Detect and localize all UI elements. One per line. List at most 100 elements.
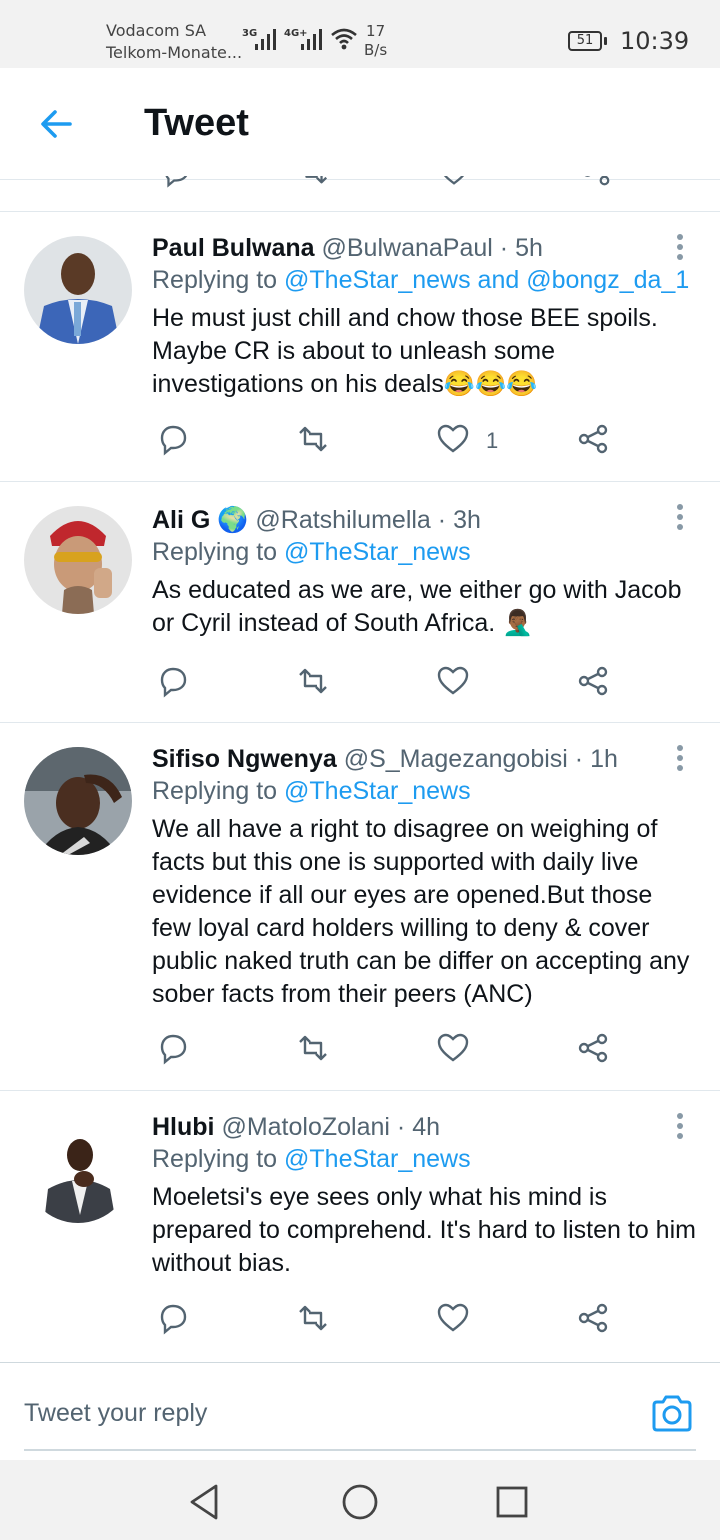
replying-to: Replying to @TheStar_news <box>152 775 698 807</box>
tweet-actions <box>152 664 632 704</box>
replying-prefix: Replying to <box>152 538 285 566</box>
avatar[interactable] <box>24 236 132 344</box>
share-button[interactable] <box>576 422 616 462</box>
share-icon <box>578 666 608 696</box>
replying-to-link[interactable]: @TheStar_news <box>284 777 471 805</box>
share-button[interactable] <box>576 1031 616 1071</box>
replying-to-link[interactable]: @TheStar_news <box>284 1145 471 1173</box>
replying-to-link[interactable]: @TheStar_news and @bongz_da_1 <box>284 266 689 294</box>
network-speed: 17 B/s <box>364 22 387 60</box>
tweet[interactable]: Hlubi @MatoloZolani · 4h Replying to @Th… <box>0 1091 720 1361</box>
retweet-icon <box>299 1035 327 1061</box>
like-icon <box>437 666 469 695</box>
replying-prefix: Replying to <box>152 777 285 805</box>
replying-to: Replying to @TheStar_news <box>152 536 698 568</box>
reply-button[interactable] <box>156 664 196 704</box>
retweet-button[interactable] <box>296 1301 336 1341</box>
separator-dot: · <box>437 506 447 534</box>
display-name[interactable]: Hlubi <box>152 1113 215 1141</box>
wifi-icon <box>331 28 357 50</box>
nav-home-icon[interactable] <box>340 1482 380 1522</box>
like-button[interactable] <box>436 1031 476 1071</box>
share-icon[interactable] <box>580 176 612 188</box>
avatar[interactable] <box>24 506 132 614</box>
retweet-icon[interactable] <box>298 176 330 188</box>
speed-value: 17 <box>366 22 386 40</box>
replying-prefix: Replying to <box>152 1145 285 1173</box>
retweet-button[interactable] <box>296 664 336 704</box>
reply-input-underline <box>24 1449 696 1451</box>
retweet-button[interactable] <box>296 1031 336 1071</box>
reply-composer <box>0 1362 720 1460</box>
user-handle[interactable]: @S_Magezangobisi <box>344 745 568 773</box>
camera-icon[interactable] <box>650 1391 694 1435</box>
tweet-time: 1h <box>590 745 618 773</box>
tweet-header: Sifiso Ngwenya @S_Magezangobisi · 1h <box>152 743 698 775</box>
tweet-header: Ali G 🌍 @Ratshilumella · 3h <box>152 504 698 536</box>
system-nav-bar <box>0 1460 720 1540</box>
tweet-time: 3h <box>453 506 481 534</box>
separator-dot: · <box>574 745 584 773</box>
clock: 10:39 <box>620 27 690 55</box>
replying-to: Replying to @TheStar_news <box>152 1143 698 1175</box>
back-arrow-icon[interactable] <box>36 104 76 144</box>
share-icon <box>578 424 608 454</box>
previous-tweet-actions <box>0 176 720 190</box>
like-button[interactable] <box>436 664 476 704</box>
replying-to-link[interactable]: @TheStar_news <box>284 538 471 566</box>
share-button[interactable] <box>576 664 616 704</box>
nav-recents-icon[interactable] <box>492 1482 532 1522</box>
display-name[interactable]: Ali G <box>152 506 210 534</box>
page-title: Tweet <box>144 102 249 144</box>
share-icon <box>578 1033 608 1063</box>
share-button[interactable] <box>576 1301 616 1341</box>
retweet-icon <box>299 426 327 452</box>
share-icon <box>578 1303 608 1333</box>
signal-icon <box>255 29 276 50</box>
reply-icon <box>160 667 187 698</box>
tweet[interactable]: Paul Bulwana @BulwanaPaul · 5h Replying … <box>0 212 720 480</box>
display-name[interactable]: Sifiso Ngwenya <box>152 745 337 773</box>
tweet-text: We all have a right to disagree on weigh… <box>152 815 690 1008</box>
speed-unit: B/s <box>364 41 388 59</box>
tweet-text: As educated as we are, we either go with… <box>152 576 682 637</box>
display-name[interactable]: Paul Bulwana <box>152 234 315 262</box>
reply-icon <box>160 1034 187 1065</box>
reply-icon <box>160 425 187 456</box>
avatar[interactable] <box>24 1115 132 1223</box>
nav-back-icon[interactable] <box>186 1482 226 1522</box>
tweet-time: 4h <box>412 1113 441 1141</box>
reply-button[interactable] <box>156 1031 196 1071</box>
tweet-actions <box>152 1031 632 1071</box>
tweet-text: He must just chill and chow those BEE sp… <box>152 304 658 398</box>
avatar[interactable] <box>24 747 132 855</box>
signal-icon <box>301 29 322 50</box>
like-icon <box>437 424 469 453</box>
tweet[interactable]: Ali G 🌍 @Ratshilumella · 3h Replying to … <box>0 482 720 722</box>
tweet[interactable]: Sifiso Ngwenya @S_Magezangobisi · 1h Rep… <box>0 723 720 1089</box>
replying-to: Replying to @TheStar_news and @bongz_da_… <box>152 264 698 296</box>
tweet-header: Hlubi @MatoloZolani · 4h <box>152 1111 698 1143</box>
reply-button[interactable] <box>156 422 196 462</box>
tweet-actions <box>152 1301 632 1341</box>
tweet-actions: 1 <box>152 422 632 462</box>
retweet-button[interactable] <box>296 422 336 462</box>
like-icon[interactable] <box>438 176 470 188</box>
carrier-primary: Vodacom SA <box>106 21 207 40</box>
tweet-time: 5h <box>515 234 543 262</box>
like-button[interactable] <box>436 1301 476 1341</box>
user-handle[interactable]: @BulwanaPaul <box>322 234 493 262</box>
like-icon <box>437 1303 469 1332</box>
user-handle[interactable]: @Ratshilumella <box>255 506 430 534</box>
globe-badge-icon: 🌍 <box>217 506 249 534</box>
reply-icon <box>160 1304 187 1335</box>
reply-button[interactable] <box>156 1301 196 1341</box>
reply-input[interactable] <box>24 1393 584 1433</box>
reply-icon[interactable] <box>160 176 192 188</box>
like-button[interactable] <box>436 422 476 462</box>
carrier-info: Vodacom SA Telkom-Monate... <box>106 20 242 64</box>
tweet-header: Paul Bulwana @BulwanaPaul · 5h <box>152 232 698 264</box>
separator-dot: · <box>499 234 509 262</box>
top-app-bar: Tweet <box>0 68 720 180</box>
user-handle[interactable]: @MatoloZolani <box>221 1113 390 1141</box>
